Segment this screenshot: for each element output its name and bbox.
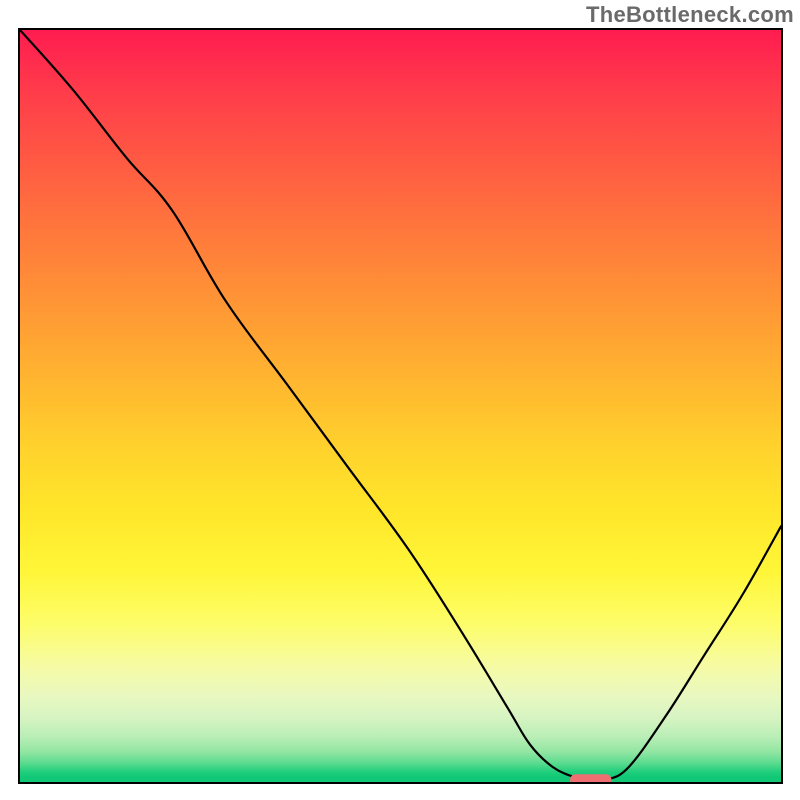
curve-layer xyxy=(20,30,781,782)
optimal-range-marker xyxy=(570,774,611,782)
watermark-text: TheBottleneck.com xyxy=(586,2,794,28)
bottleneck-curve xyxy=(20,30,781,781)
chart-stage: TheBottleneck.com xyxy=(0,0,800,800)
plot-area xyxy=(18,28,783,784)
